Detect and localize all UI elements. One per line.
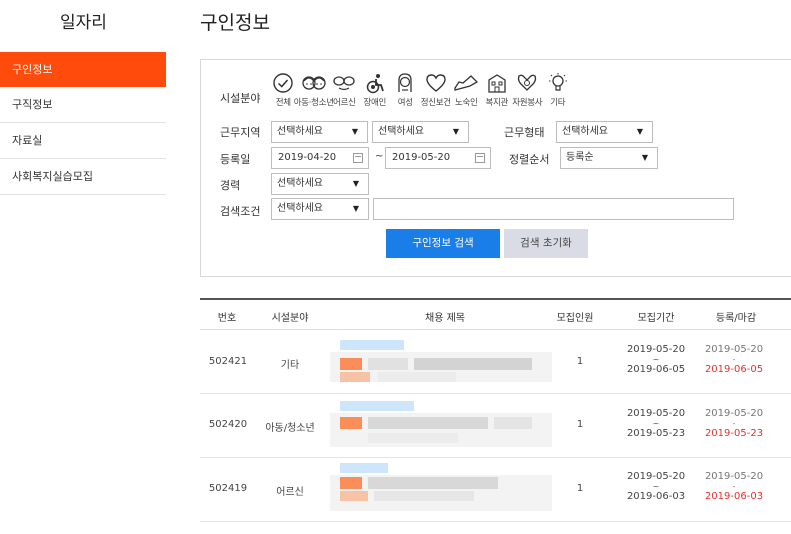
glasses-icon	[333, 76, 355, 91]
date-range-separator: ~	[375, 151, 384, 162]
sidebar-title: 일자리	[60, 13, 107, 33]
row-field: 기타	[280, 360, 300, 371]
column-header-number: 번호	[217, 313, 237, 324]
row-count: 1	[576, 483, 584, 494]
row-date-separator: -	[732, 419, 736, 428]
sort-select-value: 등록순	[566, 152, 594, 163]
keyword-input[interactable]	[373, 198, 734, 220]
column-header-field: 시설분야	[271, 313, 309, 324]
condition-label: 검색조건	[220, 205, 261, 218]
blurred-job-title[interactable]	[330, 461, 552, 515]
category-other[interactable]: 기타	[543, 72, 574, 108]
condition-select-value: 선택하세요	[277, 203, 323, 214]
sidebar-item-resources[interactable]: 자료실	[0, 123, 166, 159]
row-register-date: 2019-05-20	[704, 344, 764, 355]
column-header-title: 채용 제목	[425, 313, 465, 324]
chevron-down-icon: ▼	[641, 153, 648, 162]
row-period-to: 2019-06-03	[626, 491, 686, 502]
sidebar-item-job-offers[interactable]: 구인정보	[0, 52, 166, 87]
search-button[interactable]: 구인정보 검색	[386, 229, 500, 258]
region-select-secondary[interactable]: 선택하세요 ▼	[372, 121, 469, 143]
career-select[interactable]: 선택하세요 ▼	[271, 173, 369, 195]
date-from-input[interactable]: 2019-04-20	[271, 147, 369, 169]
row-period-separator: ~	[652, 355, 660, 364]
row-field: 아동/청소년	[265, 423, 315, 434]
worktype-label: 근무형태	[504, 126, 545, 139]
region-label: 근무지역	[220, 126, 261, 139]
row-period-separator: ~	[652, 419, 660, 428]
sidebar-item-practicum[interactable]: 사회복지실습모집	[0, 159, 166, 195]
row-period-separator: ~	[652, 482, 660, 491]
region-select-primary-value: 선택하세요	[277, 126, 323, 137]
region-select-secondary-value: 선택하세요	[378, 126, 424, 137]
children-icon	[302, 76, 326, 90]
heart-icon	[426, 74, 446, 92]
column-header-period: 모집기간	[637, 313, 675, 324]
sidebar-menu: 구인정보 구직정보 자료실 사회복지실습모집	[0, 52, 166, 195]
building-icon	[488, 74, 506, 93]
row-period-to: 2019-05-23	[626, 428, 686, 439]
row-number: 502421	[208, 356, 248, 367]
condition-select[interactable]: 선택하세요 ▼	[271, 198, 369, 220]
row-number: 502420	[208, 419, 248, 430]
row-deadline: 2019-06-03	[704, 491, 764, 502]
region-select-primary[interactable]: 선택하세요 ▼	[271, 121, 368, 143]
worktype-select-value: 선택하세요	[562, 126, 608, 137]
reset-button[interactable]: 검색 초기화	[504, 229, 588, 258]
date-to-input[interactable]: 2019-05-20	[385, 147, 491, 169]
lightbulb-icon	[548, 73, 567, 91]
table-header: 번호 시설분야 채용 제목 모집인원 모집기간 등록/마감	[200, 298, 791, 330]
sort-select[interactable]: 등록순 ▼	[560, 147, 658, 169]
row-count: 1	[576, 356, 584, 367]
chevron-down-icon: ▼	[352, 179, 359, 188]
shoe-icon	[454, 75, 479, 91]
chevron-down-icon: ▼	[351, 127, 358, 136]
row-period-from: 2019-05-20	[626, 344, 686, 355]
row-period-to: 2019-06-05	[626, 364, 686, 375]
row-deadline: 2019-05-23	[704, 428, 764, 439]
date-to-value: 2019-05-20	[392, 152, 451, 163]
category-label: 시설분야	[220, 92, 261, 105]
career-label: 경력	[220, 179, 241, 192]
row-field: 어르신	[276, 487, 304, 498]
search-panel: 시설분야 전체 아동·청소년 어르신 장애인 여성 정신보건 노숙인 복지관 자…	[200, 59, 791, 277]
row-date-separator: -	[732, 482, 736, 491]
category-filter: 전체 아동·청소년 어르신 장애인 여성 정신보건 노숙인 복지관 자원봉사 기…	[268, 72, 573, 108]
chevron-down-icon: ▼	[636, 127, 643, 136]
calendar-icon[interactable]	[475, 153, 485, 163]
blurred-job-title[interactable]	[330, 338, 552, 388]
handshake-icon	[518, 74, 537, 91]
wheelchair-icon	[366, 74, 384, 94]
chevron-down-icon: ▼	[352, 204, 359, 213]
row-period-from: 2019-05-20	[626, 471, 686, 482]
category-label-other: 기타	[550, 98, 566, 108]
sort-label: 정렬순서	[509, 153, 550, 166]
check-circle-icon	[273, 73, 293, 93]
chevron-down-icon: ▼	[452, 127, 459, 136]
row-period-from: 2019-05-20	[626, 408, 686, 419]
calendar-icon[interactable]	[353, 153, 363, 163]
career-select-value: 선택하세요	[277, 178, 323, 189]
date-from-value: 2019-04-20	[278, 152, 337, 163]
sidebar-item-job-seekers[interactable]: 구직정보	[0, 87, 166, 123]
row-deadline: 2019-06-05	[704, 364, 764, 375]
table-row[interactable]: 502420 아동/청소년 1 2019-05-20 ~ 2019-05-23 …	[200, 394, 791, 458]
woman-icon	[398, 73, 412, 92]
row-date-separator: -	[732, 355, 736, 364]
table-row[interactable]: 502419 어르신 1 2019-05-20 ~ 2019-06-03 201…	[200, 458, 791, 522]
worktype-select[interactable]: 선택하세요 ▼	[556, 121, 653, 143]
table-row[interactable]: 502421 기타 1 2019-05-20 ~ 2019-06-05 2019…	[200, 330, 791, 394]
row-register-date: 2019-05-20	[704, 471, 764, 482]
date-label: 등록일	[220, 153, 251, 166]
column-header-reg-deadline: 등록/마감	[715, 313, 757, 324]
row-register-date: 2019-05-20	[704, 408, 764, 419]
page-title: 구인정보	[200, 12, 270, 34]
column-header-count: 모집인원	[556, 313, 594, 324]
row-count: 1	[576, 419, 584, 430]
row-number: 502419	[208, 483, 248, 494]
blurred-job-title[interactable]	[330, 399, 552, 451]
